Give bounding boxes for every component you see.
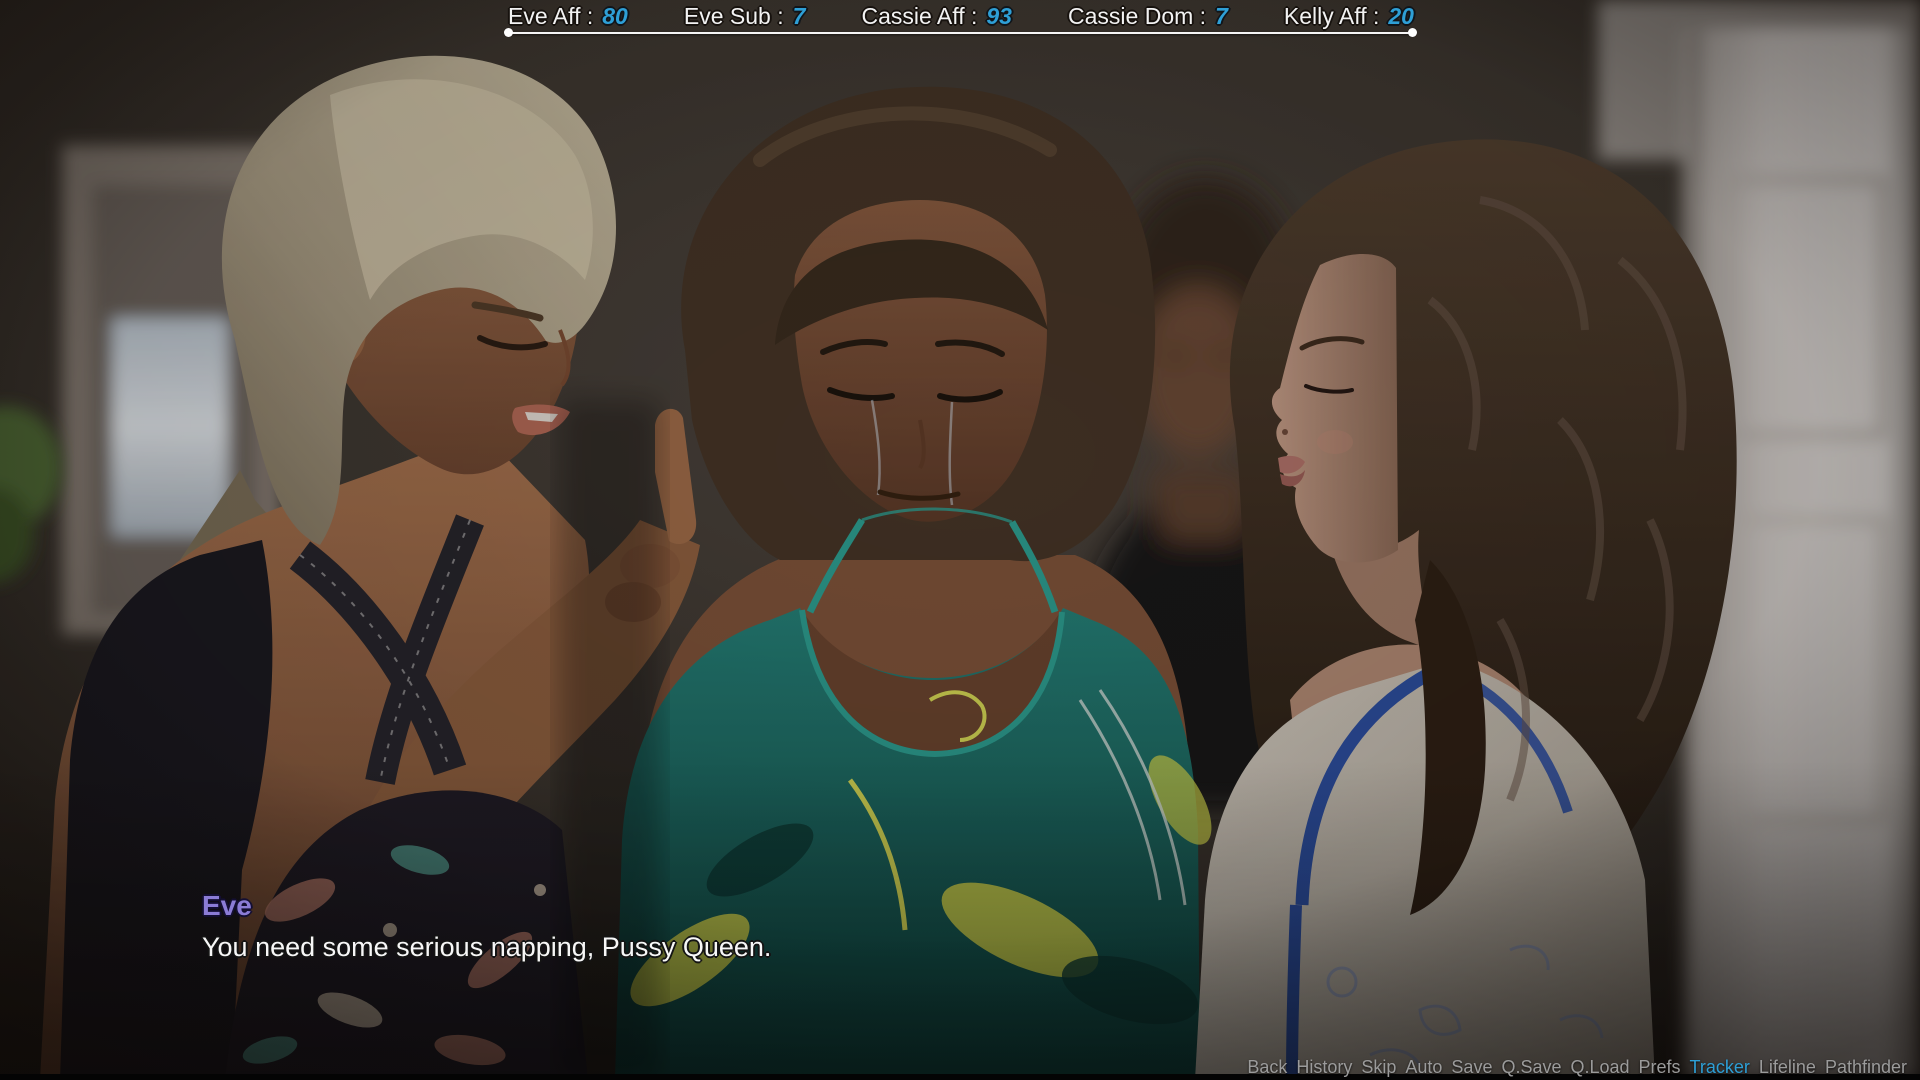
quick-menu-auto[interactable]: Auto [1405, 1057, 1442, 1078]
speaker-name: Eve [202, 890, 252, 922]
quick-menu-save[interactable]: Save [1451, 1057, 1492, 1078]
quick-menu: Back History Skip Auto Save Q.Save Q.Loa… [1247, 1057, 1907, 1078]
tracker-line-left-dot [504, 28, 513, 37]
stat-label: Cassie Dom : [1068, 3, 1206, 29]
quick-menu-qsave[interactable]: Q.Save [1501, 1057, 1561, 1078]
quick-menu-qload[interactable]: Q.Load [1570, 1057, 1629, 1078]
dialogue-text: You need some serious napping, Pussy Que… [202, 932, 771, 963]
stat-kelly-aff: Kelly Aff : 20 [1284, 3, 1414, 29]
quick-menu-skip[interactable]: Skip [1361, 1057, 1396, 1078]
stat-value: 7 [1215, 3, 1228, 29]
stat-value: 93 [986, 3, 1012, 29]
quick-menu-lifeline[interactable]: Lifeline [1759, 1057, 1816, 1078]
quick-menu-history[interactable]: History [1296, 1057, 1352, 1078]
stat-value: 80 [602, 3, 628, 29]
stat-label: Cassie Aff : [861, 3, 977, 29]
quick-menu-tracker[interactable]: Tracker [1690, 1057, 1750, 1078]
stat-eve-sub: Eve Sub : 7 [684, 3, 806, 29]
stat-value: 7 [793, 3, 806, 29]
tracker-line-right-dot [1408, 28, 1417, 37]
stat-cassie-dom: Cassie Dom : 7 [1068, 3, 1228, 29]
quick-menu-back[interactable]: Back [1247, 1057, 1287, 1078]
quick-menu-pathfinder[interactable]: Pathfinder [1825, 1057, 1907, 1078]
tracker-underline [508, 32, 1413, 34]
stat-label: Kelly Aff : [1284, 3, 1379, 29]
stat-value: 20 [1388, 3, 1414, 29]
stat-cassie-aff: Cassie Aff : 93 [861, 3, 1012, 29]
stat-eve-aff: Eve Aff : 80 [508, 3, 628, 29]
stat-label: Eve Sub : [684, 3, 784, 29]
stat-tracker-bar: Eve Aff : 80 Eve Sub : 7 Cassie Aff : 93… [508, 3, 1414, 29]
stat-label: Eve Aff : [508, 3, 593, 29]
quick-menu-prefs[interactable]: Prefs [1639, 1057, 1681, 1078]
